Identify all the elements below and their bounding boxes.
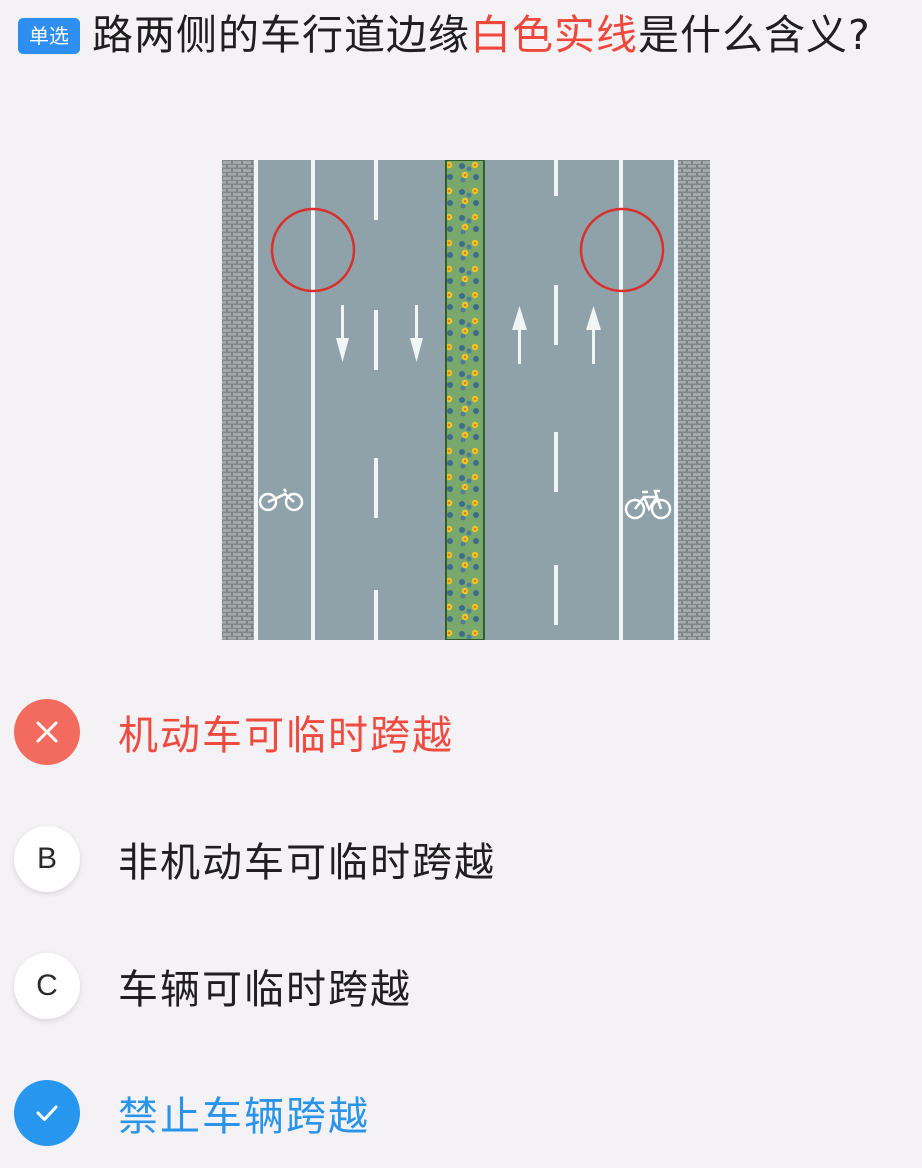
- left-solid-edge-line: [311, 160, 315, 640]
- option-b-badge: B: [14, 826, 80, 892]
- question-text-after: 是什么含义?: [638, 11, 871, 59]
- check-icon: [14, 1080, 80, 1146]
- option-c-label: 车辆可临时跨越: [118, 967, 412, 1013]
- option-b-label: 非机动车可临时跨越: [118, 840, 496, 886]
- road-diagram: [222, 160, 710, 640]
- close-icon: [14, 699, 80, 765]
- question-text-before: 路两侧的车行道边缘: [92, 11, 470, 59]
- green-median: [445, 160, 485, 640]
- option-c[interactable]: C 车辆可临时跨越: [14, 951, 894, 1021]
- single-choice-tag: 单选: [18, 18, 80, 54]
- right-roadway: [484, 160, 678, 640]
- question-highlight: 白色实线: [470, 11, 638, 59]
- option-b[interactable]: B 非机动车可临时跨越: [14, 824, 894, 894]
- option-c-badge: C: [14, 953, 80, 1019]
- option-d-label: 禁止车辆跨越: [118, 1094, 370, 1140]
- option-a-label: 机动车可临时跨越: [118, 713, 454, 759]
- right-sidewalk: [678, 160, 710, 640]
- option-d[interactable]: 禁止车辆跨越: [14, 1078, 894, 1148]
- right-solid-edge-line: [619, 160, 623, 640]
- question-text: 单选 路两侧的车行道边缘白色实线是什么含义?: [18, 6, 898, 64]
- option-a[interactable]: 机动车可临时跨越: [14, 697, 894, 767]
- left-sidewalk: [222, 160, 254, 640]
